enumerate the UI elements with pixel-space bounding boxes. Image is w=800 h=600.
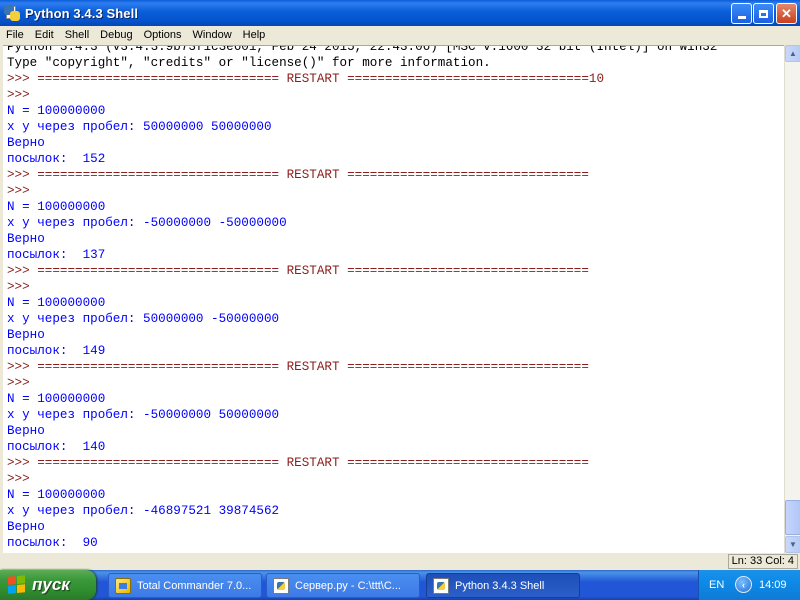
task-label: Сервер.py - C:\ttt\C... bbox=[295, 579, 401, 592]
window-title: Python 3.4.3 Shell bbox=[25, 5, 139, 21]
output-line: x y через пробел: -50000000 -50000000 bbox=[7, 216, 287, 230]
menu-edit[interactable]: Edit bbox=[29, 26, 59, 45]
output-line: x y через пробел: -50000000 50000000 bbox=[7, 408, 280, 422]
menu-options[interactable]: Options bbox=[138, 26, 187, 45]
status-bar: Ln: 33 Col: 4 bbox=[0, 553, 800, 570]
maximize-icon bbox=[759, 9, 768, 18]
task-label: Total Commander 7.0... bbox=[137, 579, 252, 592]
output-line: посылок: 152 bbox=[7, 152, 106, 166]
close-icon: ✕ bbox=[781, 5, 792, 21]
maximize-button[interactable] bbox=[753, 3, 774, 24]
output-line: Python 3.4.3 (v3.4.3:9b73f1c3e601, Feb 2… bbox=[7, 45, 718, 54]
scroll-up-button[interactable]: ▲ bbox=[785, 45, 800, 62]
shell-text-area[interactable]: Python 3.4.3 (v3.4.3:9b73f1c3e601, Feb 2… bbox=[3, 45, 784, 553]
tray-expand-button[interactable]: ‹ bbox=[735, 576, 752, 593]
minimize-icon bbox=[737, 16, 746, 19]
menu-window[interactable]: Window bbox=[187, 26, 237, 45]
output-line: посылок: 137 bbox=[7, 248, 106, 262]
language-indicator[interactable]: EN bbox=[709, 579, 724, 591]
prompt-line: >>> bbox=[7, 472, 38, 486]
windows-flag-icon bbox=[8, 575, 26, 595]
menu-debug[interactable]: Debug bbox=[94, 26, 137, 45]
prompt-line: >>> bbox=[7, 88, 38, 102]
task-total-commander[interactable]: Total Commander 7.0... bbox=[108, 573, 262, 598]
menu-bar: File Edit Shell Debug Options Window Hel… bbox=[0, 26, 800, 45]
scrollbar-thumb[interactable] bbox=[785, 500, 800, 535]
menu-file[interactable]: File bbox=[0, 26, 29, 45]
system-tray: EN ‹ 14:09 bbox=[698, 570, 800, 600]
prompt-line: >>> bbox=[7, 280, 38, 294]
task-python-shell[interactable]: Python 3.4.3 Shell bbox=[426, 573, 580, 598]
output-line: Верно bbox=[7, 232, 45, 246]
restart-line: >>> ================================ RES… bbox=[7, 456, 589, 470]
chevron-left-icon: ‹ bbox=[742, 579, 745, 590]
output-line: Верно bbox=[7, 136, 45, 150]
scroll-down-button[interactable]: ▼ bbox=[785, 536, 800, 553]
output-line: N = 100000000 bbox=[7, 200, 106, 214]
python-shell-icon bbox=[433, 577, 449, 594]
total-commander-icon bbox=[115, 577, 131, 594]
vertical-scrollbar[interactable]: ▲ ▼ bbox=[784, 45, 800, 553]
menu-shell[interactable]: Shell bbox=[59, 26, 94, 45]
task-server-py[interactable]: Сервер.py - C:\ttt\C... bbox=[266, 573, 420, 598]
output-line: N = 100000000 bbox=[7, 392, 106, 406]
cursor-position: Ln: 33 Col: 4 bbox=[727, 554, 798, 569]
restart-line: >>> ================================ RES… bbox=[7, 360, 589, 374]
output-line: N = 100000000 bbox=[7, 104, 106, 118]
output-line: посылок: 149 bbox=[7, 344, 106, 358]
output-line: Type "copyright", "credits" or "license(… bbox=[7, 56, 491, 70]
output-line: x y через пробел: 50000000 50000000 bbox=[7, 120, 272, 134]
restart-line: >>> ================================ RES… bbox=[7, 168, 589, 182]
minimize-button[interactable] bbox=[731, 3, 752, 24]
shell-output: Python 3.4.3 (v3.4.3:9b73f1c3e601, Feb 2… bbox=[7, 45, 718, 551]
task-label: Python 3.4.3 Shell bbox=[455, 579, 545, 592]
arrow-down-icon: ▼ bbox=[789, 540, 797, 549]
python-idle-icon[interactable] bbox=[4, 5, 20, 21]
clock[interactable]: 14:09 bbox=[759, 579, 787, 591]
restart-line: >>> ================================ RES… bbox=[7, 72, 605, 86]
output-line: N = 100000000 bbox=[7, 488, 106, 502]
title-bar[interactable]: Python 3.4.3 Shell ✕ bbox=[0, 0, 800, 26]
output-line: посылок: 90 bbox=[7, 536, 98, 550]
prompt-line: >>> bbox=[7, 184, 38, 198]
output-line: Верно bbox=[7, 328, 45, 342]
restart-line: >>> ================================ RES… bbox=[7, 264, 589, 278]
start-button[interactable]: пуск bbox=[0, 570, 96, 600]
output-line: Верно bbox=[7, 520, 45, 534]
output-line: N = 100000000 bbox=[7, 296, 106, 310]
close-button[interactable]: ✕ bbox=[776, 3, 797, 24]
taskbar: пуск Total Commander 7.0... Сервер.py - … bbox=[0, 570, 800, 600]
output-line: x y через пробел: -46897521 39874562 bbox=[7, 504, 280, 518]
output-line: Верно bbox=[7, 424, 45, 438]
output-line: посылок: 140 bbox=[7, 440, 106, 454]
menu-help[interactable]: Help bbox=[237, 26, 271, 45]
prompt-line: >>> bbox=[7, 376, 38, 390]
start-label: пуск bbox=[32, 575, 70, 594]
output-line: x y через пробел: 50000000 -50000000 bbox=[7, 312, 280, 326]
python-file-icon bbox=[273, 577, 289, 594]
arrow-up-icon: ▲ bbox=[789, 49, 797, 58]
